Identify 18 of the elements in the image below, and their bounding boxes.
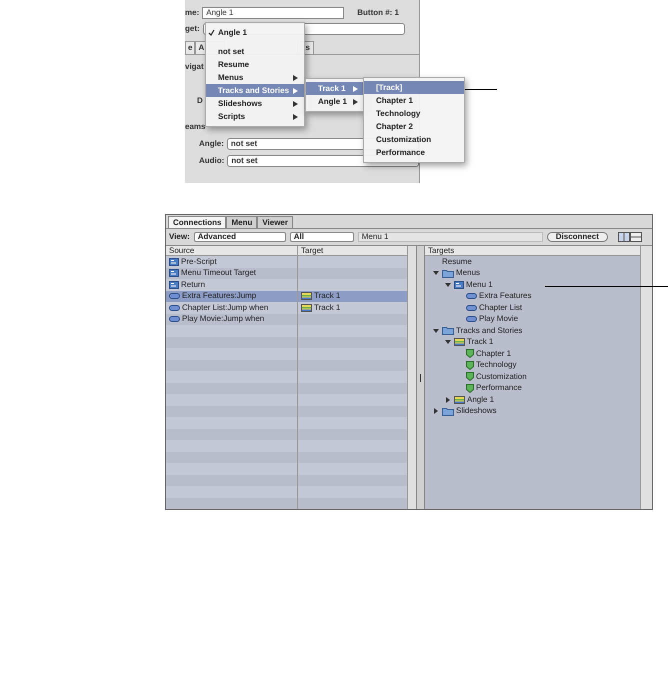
section-heading: vigat [185,61,204,73]
view-label: View: [169,230,190,243]
table-cell: Play Movie:Jump when [182,313,264,326]
table-cell: Chapter List:Jump when [182,302,268,314]
field-label: Audio: [199,155,224,167]
current-item-field: Menu 1 [358,232,543,242]
table-cell: Pre-Script [181,256,217,268]
name-label: me: [185,6,200,18]
table-cell: Return [181,278,206,291]
row-label: D [197,95,203,107]
section-heading: eams [185,121,206,133]
table-cell: Menu Timeout Target [181,267,256,280]
field-label: Angle: [199,138,224,150]
table-cell: Track 1 [314,302,340,314]
table-cell: Track 1 [314,290,340,302]
target-label: get: [185,23,200,35]
table-cell: Extra Features:Jump [182,290,256,302]
button-number-label: Button #: 1 [357,6,400,18]
